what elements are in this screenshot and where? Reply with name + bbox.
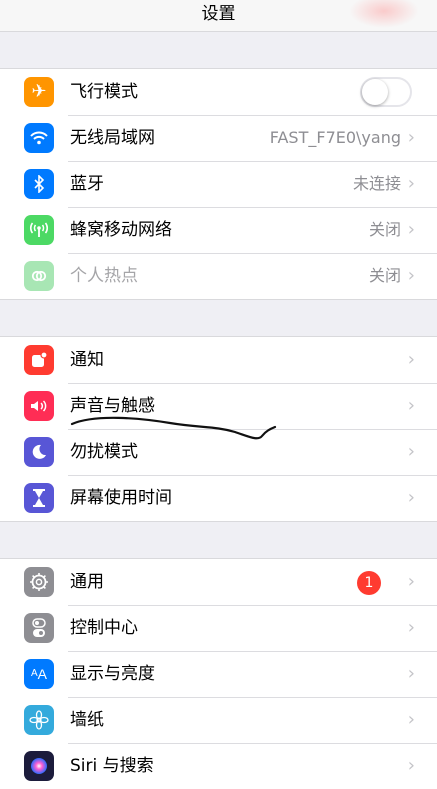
settings-row-airplane[interactable]: ✈ 飞行模式: [0, 69, 437, 115]
settings-row-screentime[interactable]: 屏幕使用时间 ›: [0, 475, 437, 521]
page-title: 设置: [201, 4, 236, 24]
chevron-right-icon: ›: [407, 441, 415, 462]
settings-row-wallpaper[interactable]: 墙纸 ›: [0, 697, 437, 743]
settings-row-hotspot[interactable]: 个人热点 关闭 ›: [0, 253, 437, 299]
settings-row-sounds[interactable]: 声音与触感 ›: [0, 383, 437, 429]
row-label: 屏幕使用时间: [70, 488, 172, 508]
screen-glare: [349, 0, 419, 28]
settings-row-notifications[interactable]: 通知 ›: [0, 337, 437, 383]
chevron-right-icon: ›: [407, 487, 415, 508]
airplane-mode-toggle[interactable]: [360, 77, 412, 107]
row-label: 通用: [70, 572, 104, 592]
settings-row-display[interactable]: AA 显示与亮度 ›: [0, 651, 437, 697]
chevron-right-icon: ›: [407, 349, 415, 370]
gear-icon: [24, 567, 54, 597]
notifications-icon: [24, 345, 54, 375]
chevron-right-icon: ›: [407, 127, 415, 148]
settings-row-control-center[interactable]: 控制中心 ›: [0, 605, 437, 651]
update-badge: 1: [357, 571, 381, 595]
row-label: 显示与亮度: [70, 664, 155, 684]
switches-icon: [24, 613, 54, 643]
chevron-right-icon: ›: [407, 395, 415, 416]
hourglass-icon: [24, 483, 54, 513]
settings-row-dnd[interactable]: 勿扰模式 ›: [0, 429, 437, 475]
row-label: 墙纸: [70, 710, 104, 730]
chevron-right-icon: ›: [407, 219, 415, 240]
chevron-right-icon: ›: [407, 617, 415, 638]
row-label: 个人热点: [70, 266, 138, 286]
general-group: 通用 1 › 控制中心 › AA 显示与亮度 › 墙纸 › Siri 与搜索 ›: [0, 558, 437, 789]
moon-icon: [24, 437, 54, 467]
wlan-network-name: FAST_F7E0\yang: [269, 128, 401, 147]
cellular-status: 关闭: [368, 220, 401, 239]
row-label: 通知: [70, 350, 104, 370]
text-size-icon: AA: [24, 659, 54, 689]
speaker-icon: [24, 391, 54, 421]
chevron-right-icon: ›: [407, 709, 415, 730]
siri-icon: [24, 751, 54, 781]
hotspot-status: 关闭: [368, 266, 401, 285]
notifications-group: 通知 › 声音与触感 › 勿扰模式 › 屏幕使用时间 ›: [0, 336, 437, 522]
wifi-icon: [24, 123, 54, 153]
bluetooth-status: 未连接: [352, 174, 401, 193]
row-label: 飞行模式: [70, 82, 138, 102]
settings-row-cellular[interactable]: 蜂窝移动网络 关闭 ›: [0, 207, 437, 253]
chevron-right-icon: ›: [407, 663, 415, 684]
chevron-right-icon: ›: [407, 173, 415, 194]
cellular-antenna-icon: [24, 215, 54, 245]
bluetooth-icon: [24, 169, 54, 199]
row-label: 无线局域网: [70, 128, 155, 148]
row-label: 勿扰模式: [70, 442, 138, 462]
row-label: 蓝牙: [70, 174, 104, 194]
settings-row-siri[interactable]: Siri 与搜索 ›: [0, 743, 437, 789]
flower-icon: [24, 705, 54, 735]
settings-row-bluetooth[interactable]: 蓝牙 未连接 ›: [0, 161, 437, 207]
row-label: 控制中心: [70, 618, 138, 638]
navigation-bar: 设置: [0, 0, 437, 32]
connectivity-group: ✈ 飞行模式 无线局域网 FAST_F7E0\yang › 蓝牙 未连接 › 蜂…: [0, 68, 437, 300]
chevron-right-icon: ›: [407, 265, 415, 286]
settings-row-general[interactable]: 通用 1 ›: [0, 559, 437, 605]
chevron-right-icon: ›: [407, 571, 415, 592]
settings-row-wlan[interactable]: 无线局域网 FAST_F7E0\yang ›: [0, 115, 437, 161]
row-label: 声音与触感: [70, 396, 155, 416]
row-label: Siri 与搜索: [70, 756, 154, 776]
hotspot-icon: [24, 261, 54, 291]
airplane-icon: ✈: [24, 77, 54, 107]
row-label: 蜂窝移动网络: [70, 220, 172, 240]
chevron-right-icon: ›: [407, 755, 415, 776]
